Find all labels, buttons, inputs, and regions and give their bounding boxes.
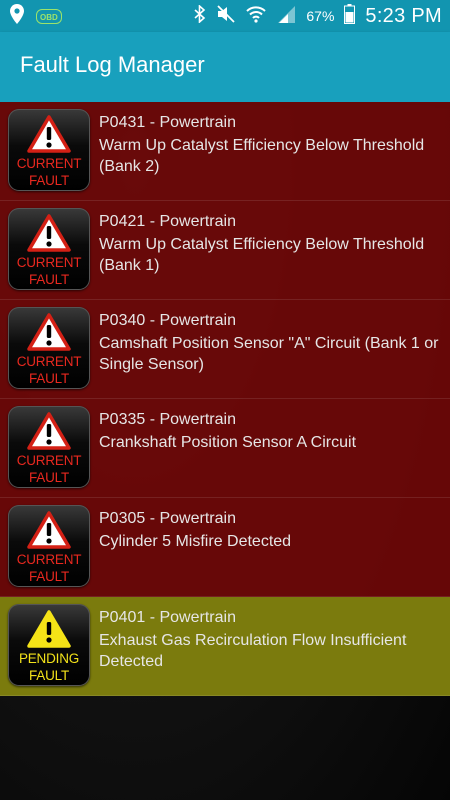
fault-code: P0305 - Powertrain xyxy=(99,510,236,527)
wifi-icon xyxy=(246,5,267,28)
current-fault-badge: CURRENT FAULT xyxy=(8,109,90,191)
fault-description: Exhaust Gas Recirculation Flow Insuffici… xyxy=(99,632,407,670)
fault-row[interactable]: CURRENT FAULT P0340 - Powertrain Camshaf… xyxy=(0,300,450,399)
fault-description: Warm Up Catalyst Efficiency Below Thresh… xyxy=(99,236,425,274)
badge-label-status: CURRENT xyxy=(16,354,82,369)
badge-label-fault: FAULT xyxy=(28,272,69,287)
system-status: 67% 5:23 PM xyxy=(194,0,442,32)
location-icon xyxy=(10,4,24,29)
fault-code: P0421 - Powertrain xyxy=(99,213,236,230)
notification-icons: OBD xyxy=(10,4,62,29)
fault-description: Cylinder 5 Misfire Detected xyxy=(99,533,292,550)
app-bar: Fault Log Manager xyxy=(0,32,450,102)
status-bar: OBD 67% 5:23 PM xyxy=(0,0,450,32)
screen: OBD 67% 5:23 PM Fault Log Manager CURREN… xyxy=(0,0,450,800)
battery-percent: 67% xyxy=(306,8,335,24)
badge-label-fault: FAULT xyxy=(28,371,69,386)
battery-icon xyxy=(344,3,356,29)
warning-icon xyxy=(27,412,71,450)
pending-fault-badge: PENDING FAULT xyxy=(8,604,90,686)
badge-label-fault: FAULT xyxy=(28,470,69,485)
badge-label-fault: FAULT xyxy=(28,668,69,683)
current-fault-badge: CURRENT FAULT xyxy=(8,406,90,488)
fault-description: Warm Up Catalyst Efficiency Below Thresh… xyxy=(99,137,425,175)
warning-icon xyxy=(27,313,71,351)
badge-label-fault: FAULT xyxy=(28,569,69,584)
signal-icon xyxy=(276,5,296,28)
fault-code: P0401 - Powertrain xyxy=(99,609,236,626)
fault-row[interactable]: CURRENT FAULT P0431 - Powertrain Warm Up… xyxy=(0,102,450,201)
badge-label-fault: FAULT xyxy=(28,173,69,188)
fault-description: Crankshaft Position Sensor A Circuit xyxy=(99,434,357,451)
fault-row[interactable]: PENDING FAULT P0401 - Powertrain Exhaust… xyxy=(0,597,450,696)
obd-icon: OBD xyxy=(36,9,62,24)
fault-row[interactable]: CURRENT FAULT P0421 - Powertrain Warm Up… xyxy=(0,201,450,300)
current-fault-badge: CURRENT FAULT xyxy=(8,208,90,290)
warning-icon xyxy=(27,115,71,153)
badge-label-status: PENDING xyxy=(18,651,80,666)
warning-icon xyxy=(27,511,71,549)
fault-code: P0431 - Powertrain xyxy=(99,114,236,131)
fault-code: P0335 - Powertrain xyxy=(99,411,236,428)
warning-icon xyxy=(27,610,71,648)
badge-label-status: CURRENT xyxy=(16,255,82,270)
bluetooth-icon xyxy=(194,3,206,28)
badge-label-status: CURRENT xyxy=(16,552,82,567)
badge-label-status: CURRENT xyxy=(16,156,82,171)
warning-icon xyxy=(27,214,71,252)
fault-description: Camshaft Position Sensor "A" Circuit (Ba… xyxy=(99,335,439,373)
clock: 5:23 PM xyxy=(365,4,442,27)
fault-code: P0340 - Powertrain xyxy=(99,312,236,329)
fault-list: CURRENT FAULT P0431 - Powertrain Warm Up… xyxy=(0,102,450,696)
current-fault-badge: CURRENT FAULT xyxy=(8,307,90,389)
fault-row[interactable]: CURRENT FAULT P0305 - Powertrain Cylinde… xyxy=(0,498,450,597)
mute-icon xyxy=(216,4,236,28)
app-title: Fault Log Manager xyxy=(20,52,205,77)
current-fault-badge: CURRENT FAULT xyxy=(8,505,90,587)
badge-label-status: CURRENT xyxy=(16,453,82,468)
fault-row[interactable]: CURRENT FAULT P0335 - Powertrain Cranksh… xyxy=(0,399,450,498)
